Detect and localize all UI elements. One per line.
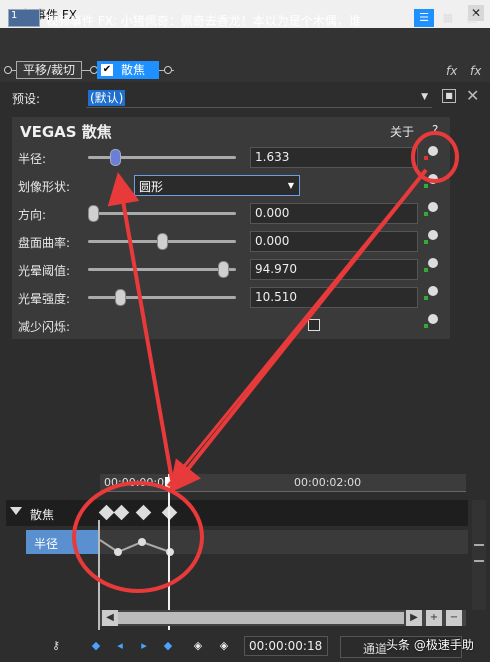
annotation-arrow (107, 172, 174, 481)
annotation-circle (72, 481, 204, 593)
annotation-circle (411, 131, 459, 183)
annotation-arrow-line (166, 169, 428, 487)
annotation-overlay (72, 131, 459, 593)
